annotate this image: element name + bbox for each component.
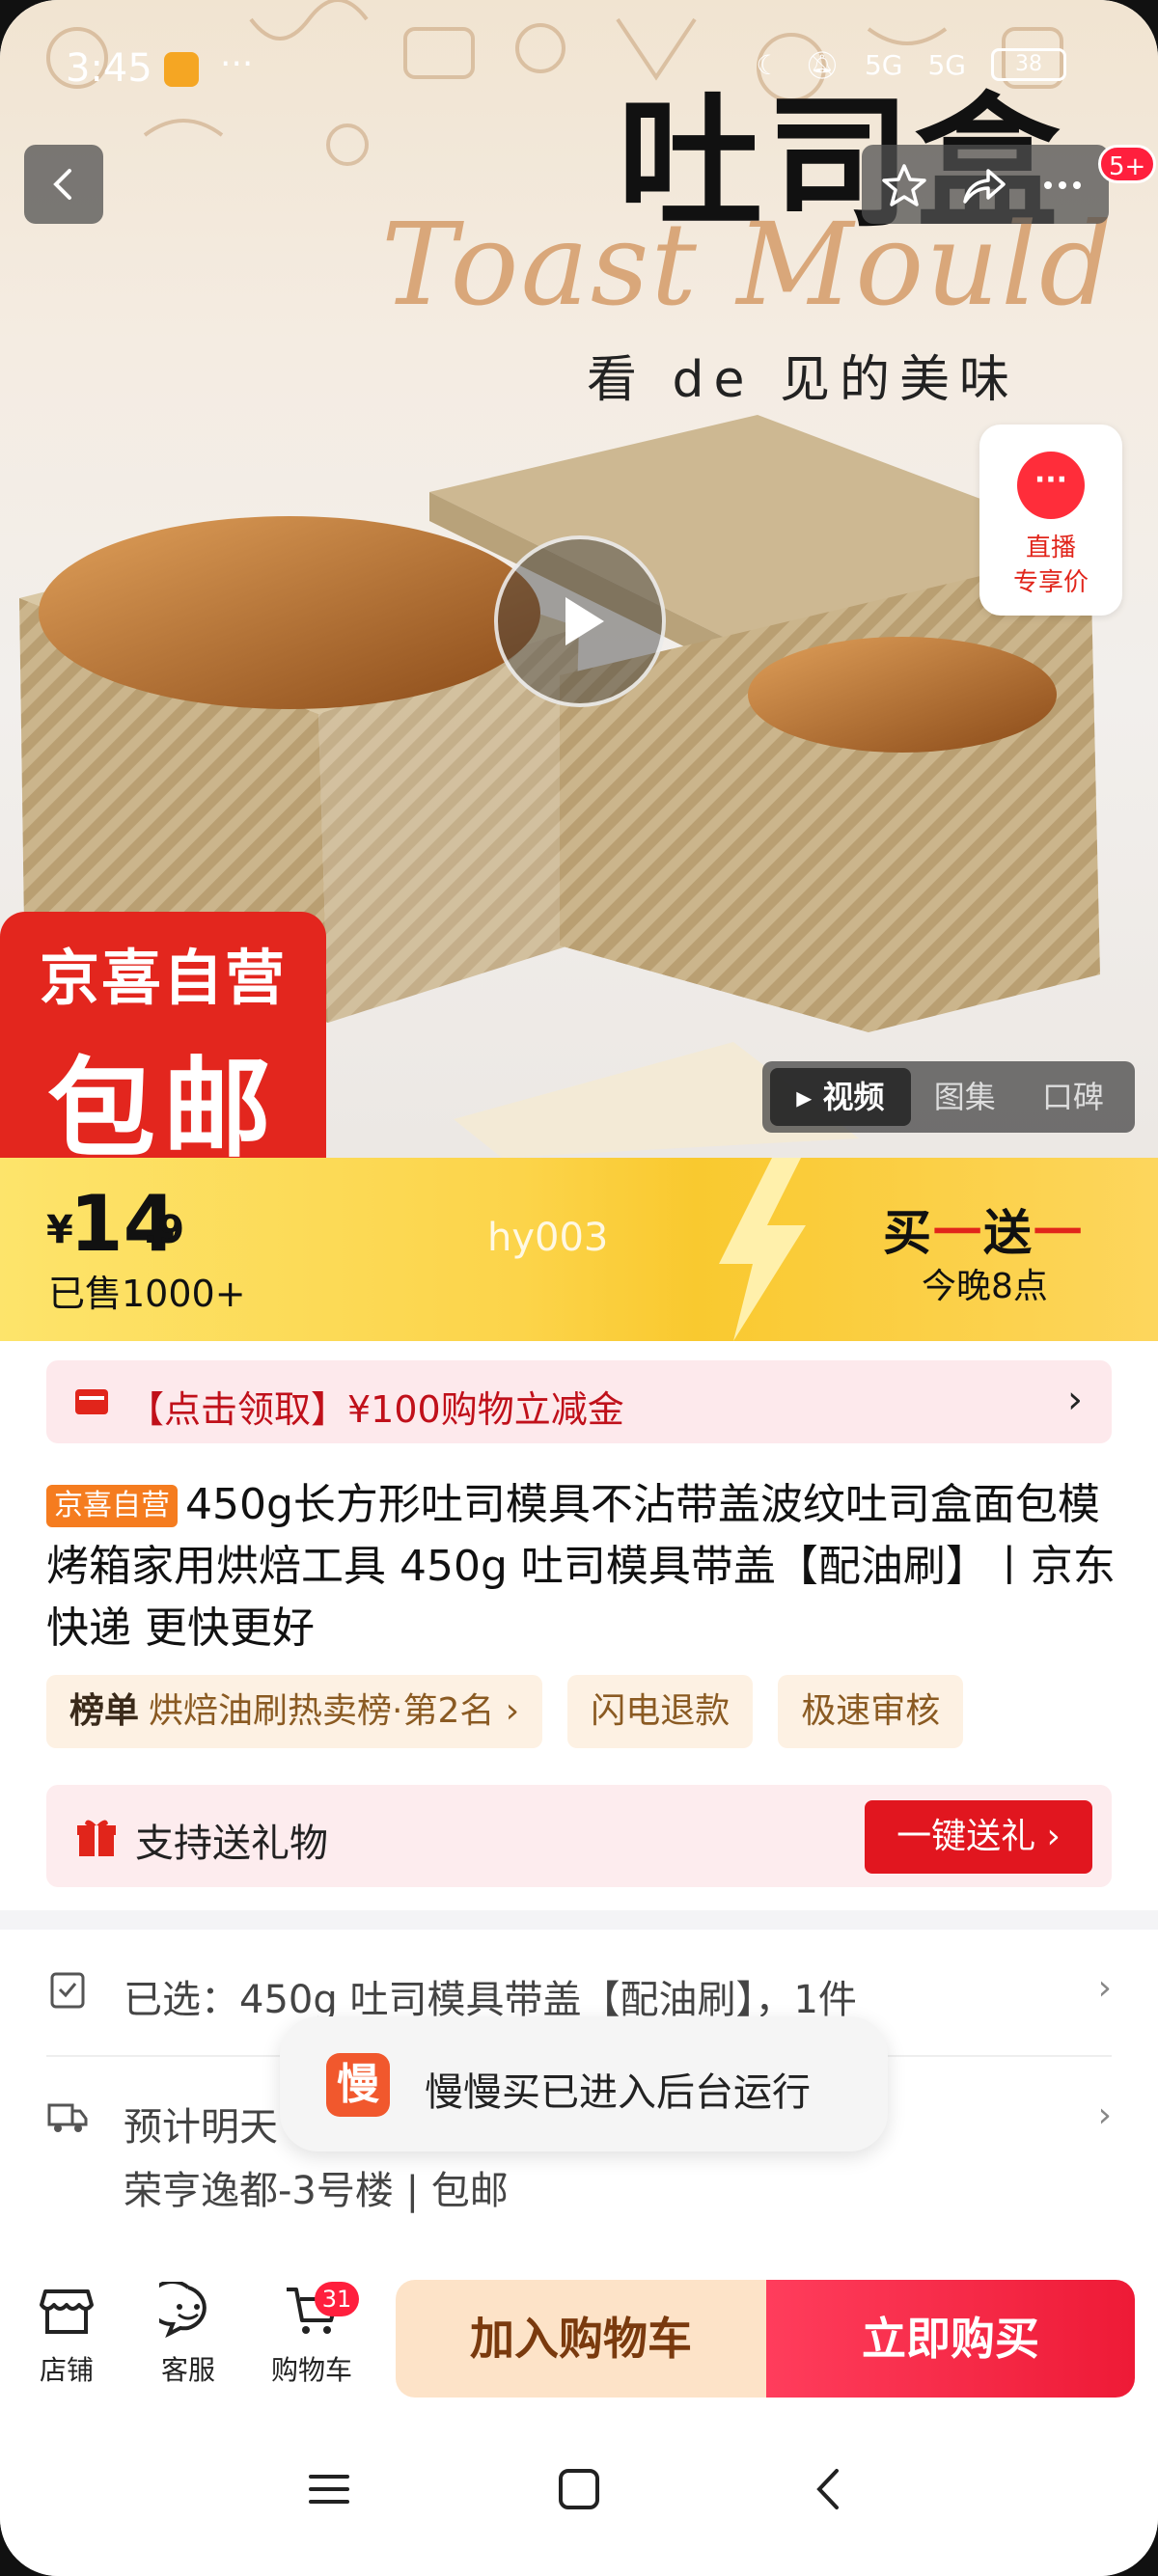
promo-badge: 京喜自营 包邮	[0, 912, 326, 1158]
sold-count: 已售1000+	[48, 1273, 246, 1315]
chevron-right-icon: ›	[1097, 2096, 1112, 2135]
status-bar: 3:45 ··· ☾ 🔕︎ 5G 5G 38	[0, 39, 1158, 96]
live-label-1: 直播	[1025, 534, 1076, 562]
toast-message: 慢 慢慢买已进入后台运行	[280, 2016, 888, 2151]
more-icon	[1044, 181, 1081, 189]
bottom-action-bar: 店铺 客服 购物车 31 加入购物车 立即购买	[0, 2262, 1158, 2417]
share-button[interactable]	[958, 160, 1008, 210]
fast-review-tag: 极速审核	[778, 1675, 964, 1748]
delivery-text: 预计明天	[124, 2105, 278, 2150]
status-more-dots: ···	[220, 44, 254, 84]
network-label-2: 5G	[927, 48, 966, 81]
status-right-group: ☾ 🔕︎ 5G 5G 38	[756, 48, 1066, 81]
chat-smile-icon	[159, 2282, 207, 2339]
ranking-text: 烘焙油刷热卖榜·第2名 ›	[149, 1691, 520, 1731]
chevron-right-icon: ›	[1097, 1968, 1112, 2008]
mute-icon: 🔕︎	[805, 48, 840, 81]
section-separator	[0, 1910, 1158, 1930]
share-icon	[963, 169, 1006, 204]
product-hero-image[interactable]: 吐司盒 Toast Mould 看 de 见的美味 3:45 ··· ☾ 🔕︎ …	[0, 0, 1158, 1158]
star-icon	[882, 164, 926, 206]
battery-indicator: 38	[991, 48, 1066, 81]
favorite-button[interactable]	[879, 160, 929, 210]
more-button[interactable]	[1037, 160, 1088, 210]
tab-reviews[interactable]: 口碑	[1019, 1068, 1127, 1126]
price-decimal: .9	[143, 1208, 185, 1252]
live-price-button[interactable]: ··· 直播 专享价	[979, 425, 1122, 616]
product-title-text: 450g长方形吐司模具不沾带盖波纹吐司盒面包模烤箱家用烘焙工具 450g 吐司模…	[46, 1480, 1116, 1653]
promo-line-2: 包邮	[47, 1047, 279, 1158]
ranking-tag[interactable]: 榜单 烘焙油刷热卖榜·第2名 ›	[46, 1675, 543, 1748]
toast-text: 慢慢买已进入后台运行	[425, 2070, 811, 2115]
network-label-1: 5G	[864, 48, 903, 81]
tab-video[interactable]: ▸ 视频	[770, 1068, 911, 1126]
customer-service-button[interactable]: 客服	[135, 2282, 241, 2388]
back-button[interactable]	[24, 145, 103, 224]
chevron-left-icon	[53, 169, 71, 200]
shop-button[interactable]: 店铺	[14, 2282, 120, 2388]
add-to-cart-button[interactable]: 加入购物车	[396, 2280, 766, 2398]
deal-dash-2: 一	[1034, 1205, 1084, 1261]
media-tabs: ▸ 视频 图集 口碑	[762, 1061, 1135, 1133]
live-icon: ···	[1017, 452, 1085, 519]
system-navigation-bar	[0, 2417, 1158, 2576]
deal-title: 买一送一	[883, 1194, 1084, 1264]
cart-label: 购物车	[270, 2354, 352, 2386]
notification-app-icon	[164, 52, 199, 87]
coupon-text: 【点击领取】¥100购物立减金	[127, 1388, 624, 1431]
delivery-address: 荣亨逸都-3号楼 | 包邮	[124, 2169, 509, 2213]
deal-prefix: 买	[883, 1205, 933, 1261]
shop-label: 店铺	[39, 2354, 94, 2386]
deal-mid: 送	[983, 1205, 1034, 1261]
feature-tags: 榜单 烘焙油刷热卖榜·第2名 › 闪电退款 极速审核	[46, 1675, 964, 1748]
moon-icon: ☾	[756, 48, 781, 81]
play-video-button[interactable]	[494, 535, 666, 707]
gift-icon	[77, 1820, 116, 1856]
chevron-right-icon: ›	[1067, 1378, 1083, 1422]
hero-subtitle: 看 de 见的美味	[587, 351, 1020, 409]
fast-refund-tag: 闪电退款	[567, 1675, 754, 1748]
status-time: 3:45	[66, 46, 152, 91]
gift-banner: 支持送礼物 一键送礼 ›	[46, 1785, 1112, 1887]
service-label: 客服	[160, 2354, 215, 2386]
coupon-card-icon	[75, 1389, 108, 1414]
back-nav-icon[interactable]	[806, 2465, 854, 2513]
coupon-banner[interactable]: 【点击领取】¥100购物立减金 ›	[46, 1360, 1112, 1443]
buy-now-button[interactable]: 立即购买	[766, 2280, 1135, 2398]
deal-time: 今晚8点	[922, 1267, 1048, 1306]
gift-text: 支持送礼物	[135, 1822, 328, 1866]
play-icon	[565, 597, 604, 645]
tab-gallery[interactable]: 图集	[911, 1068, 1019, 1126]
price-bar: ¥ 14 .9 已售1000+ hy003 买一送一 今晚8点	[0, 1158, 1158, 1341]
live-label-2: 专享价	[1012, 568, 1089, 597]
clipboard-icon	[50, 1972, 85, 2009]
store-icon	[40, 2289, 94, 2334]
deal-dash-1: 一	[933, 1205, 983, 1261]
lightning-icon	[719, 1158, 806, 1341]
app-logo-icon: 慢	[326, 2053, 390, 2117]
product-detail-screen: 吐司盒 Toast Mould 看 de 见的美味 3:45 ··· ☾ 🔕︎ …	[0, 0, 1158, 2576]
send-gift-button[interactable]: 一键送礼 ›	[865, 1800, 1092, 1874]
cart-count-badge: 31	[315, 2282, 359, 2316]
selected-spec-row[interactable]: 已选：450g 吐司模具带盖【配油刷】，1件 ›	[46, 1968, 1112, 2022]
product-title: 京喜自营 450g长方形吐司模具不沾带盖波纹吐司盒面包模烤箱家用烘焙工具 450g…	[46, 1474, 1117, 1659]
ranking-label: 榜单	[69, 1691, 140, 1731]
menu-icon[interactable]	[305, 2465, 353, 2513]
promo-line-1: 京喜自营	[39, 943, 287, 1013]
top-action-group	[862, 145, 1109, 224]
hero-script-text: Toast Mould	[381, 198, 1115, 331]
watermark-text: hy003	[487, 1216, 609, 1260]
message-badge: 5+	[1098, 145, 1157, 183]
self-operated-tag: 京喜自营	[46, 1485, 178, 1527]
home-icon[interactable]	[555, 2465, 603, 2513]
truck-icon	[47, 2103, 88, 2132]
